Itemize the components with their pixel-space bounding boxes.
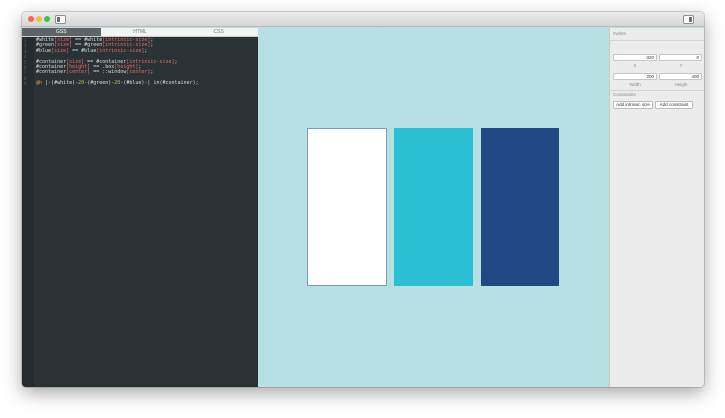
code-line: @h |-(#white)-20-(#green)-20-(#blue)-| i… [36, 80, 199, 87]
code-editor-pane: GSS HTML CSS 123456789 #white[size] == #… [22, 28, 258, 387]
line-number: 7 [24, 70, 27, 76]
line-number: 9 [24, 81, 27, 87]
inspector-panel: #white -320 0 X Y 200 400 Width Height C… [609, 28, 704, 387]
line-number-gutter: 123456789 [22, 37, 34, 387]
line-number: 2 [24, 43, 27, 49]
add-constraint-button[interactable]: Add constraint [655, 101, 693, 109]
x-field[interactable]: -320 [613, 54, 657, 61]
code-token: [size] [51, 47, 70, 54]
code-text-area[interactable]: #white[size] == #white[intrinsic-size]; #… [36, 37, 199, 87]
code-token: ; [150, 42, 154, 49]
line-number: 5 [24, 59, 27, 65]
add-intrinsic-size-button[interactable]: Add intrinsic size [613, 101, 653, 109]
width-field[interactable]: 200 [613, 73, 657, 80]
sidebar-right-icon [689, 17, 692, 22]
tab-html[interactable]: HTML [101, 28, 180, 36]
close-window-button[interactable] [28, 16, 34, 22]
divider [610, 40, 704, 41]
code-token: |-(#white)- [42, 80, 79, 87]
code-token: ; [150, 69, 154, 76]
y-label: Y [679, 63, 683, 68]
code-token: == #blue [69, 47, 97, 54]
sidebar-left-icon [57, 17, 60, 22]
height-label: Height [674, 82, 688, 87]
line-number: 4 [24, 54, 27, 60]
green-box[interactable] [394, 128, 473, 286]
code-token: #container [36, 69, 67, 76]
line-number: 3 [24, 48, 27, 54]
tab-gss[interactable]: GSS [22, 28, 101, 36]
line-number: 6 [24, 65, 27, 70]
zoom-window-button[interactable] [44, 16, 50, 22]
toggle-inspector-button[interactable] [683, 15, 694, 24]
minimize-window-button[interactable] [36, 16, 42, 22]
white-box[interactable] [307, 128, 387, 286]
selected-element-title: #white [613, 31, 627, 36]
blue-box[interactable] [481, 128, 559, 286]
code-token: -(#green)- [84, 80, 115, 87]
code-token: #blue [36, 47, 52, 54]
code-token: [center] [126, 69, 151, 76]
y-field[interactable]: 0 [659, 54, 702, 61]
divider [610, 90, 704, 91]
code-token: [center] [66, 69, 91, 76]
app-window: GSS HTML CSS 123456789 #white[size] == #… [22, 12, 704, 387]
code-token: [intrinsic-size] [96, 47, 145, 54]
title-bar [22, 12, 704, 27]
line-number: 8 [24, 75, 27, 81]
constraints-title: Constraints [613, 92, 636, 97]
code-token: ; [144, 47, 148, 54]
code-token: -(#blue)-| in(#container); [120, 80, 199, 87]
editor-tabs: GSS HTML CSS [22, 28, 258, 37]
tab-css[interactable]: CSS [179, 28, 258, 36]
code-token: == ::window [90, 69, 127, 76]
preview-stage [258, 28, 609, 387]
width-label: Width [629, 82, 641, 87]
line-number: 1 [24, 38, 27, 43]
code-token: ; [174, 58, 178, 65]
toggle-editor-button[interactable] [55, 15, 66, 24]
x-label: X [633, 63, 637, 68]
height-field[interactable]: 400 [659, 73, 702, 80]
